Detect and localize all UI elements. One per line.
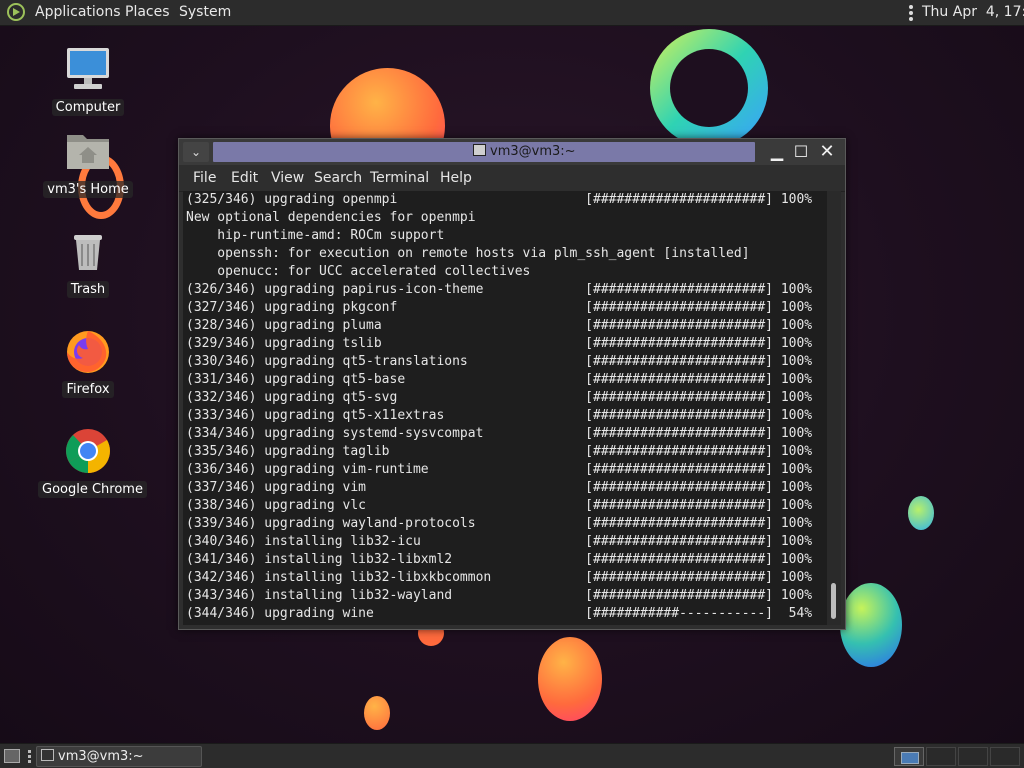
output-line: openssh: for execution on remote hosts v… xyxy=(186,246,750,261)
output-line: New optional dependencies for openmpi xyxy=(186,210,476,225)
output-line: (331/346) upgrading qt5-base [##########… xyxy=(186,372,813,387)
maximize-button[interactable]: ☐ xyxy=(791,142,811,162)
minimize-icon: ▁ xyxy=(770,142,784,161)
workspace-window-thumb xyxy=(901,752,919,764)
window-title-text: vm3@vm3:~ xyxy=(490,144,576,159)
terminal-icon xyxy=(41,749,54,761)
output-line: (330/346) upgrading qt5-translations [##… xyxy=(186,354,813,369)
taskbar-item-label: vm3@vm3:~ xyxy=(58,749,144,764)
desktop-icon-label: Firefox xyxy=(62,381,114,398)
output-line: (335/346) upgrading taglib [############… xyxy=(186,444,813,459)
firefox-icon xyxy=(64,327,112,375)
output-line: (342/346) installing lib32-libxkbcommon … xyxy=(186,570,813,585)
output-line: (339/346) upgrading wayland-protocols [#… xyxy=(186,516,813,531)
desktop-icon-label: Trash xyxy=(66,281,110,298)
menu-file[interactable]: File xyxy=(193,170,216,186)
panel-handle-icon xyxy=(909,5,913,21)
output-line: (329/346) upgrading tslib [#############… xyxy=(186,336,813,351)
bottom-panel: vm3@vm3:~ xyxy=(0,743,1024,768)
scrollbar-thumb[interactable] xyxy=(831,583,836,619)
output-line: openucc: for UCC accelerated collectives xyxy=(186,264,531,279)
title-area[interactable]: vm3@vm3:~ xyxy=(213,142,755,162)
panel-handle-icon xyxy=(28,750,31,764)
desktop-icon-chrome[interactable]: Google Chrome xyxy=(38,427,147,498)
workspace-1[interactable] xyxy=(894,747,924,766)
computer-icon xyxy=(64,45,112,93)
terminal-menubar: File Edit View Search Terminal Help xyxy=(179,165,845,192)
output-line: (338/346) upgrading vlc [###############… xyxy=(186,498,813,513)
system-menu[interactable]: System xyxy=(179,0,231,25)
desktop-icon-label: vm3's Home xyxy=(43,181,133,198)
chevron-down-icon: ⌄ xyxy=(190,145,202,159)
menu-help[interactable]: Help xyxy=(440,170,472,186)
output-line: (333/346) upgrading qt5-x11extras [#####… xyxy=(186,408,813,423)
applications-menu[interactable]: Applications xyxy=(35,0,121,25)
desktop-icon-label: Google Chrome xyxy=(38,481,147,498)
output-line: (327/346) upgrading pkgconf [###########… xyxy=(186,300,813,315)
desktop-icon-computer[interactable]: Computer xyxy=(38,45,138,116)
output-line: (336/346) upgrading vim-runtime [#######… xyxy=(186,462,813,477)
terminal-icon xyxy=(473,144,486,156)
workspace-4[interactable] xyxy=(990,747,1020,766)
workspace-3[interactable] xyxy=(958,747,988,766)
output-line: (341/346) installing lib32-libxml2 [####… xyxy=(186,552,813,567)
trash-icon xyxy=(64,227,112,275)
home-folder-icon xyxy=(64,127,112,175)
desktop-icon-trash[interactable]: Trash xyxy=(38,227,138,298)
show-desktop-icon[interactable] xyxy=(4,749,20,763)
output-line: (334/346) upgrading systemd-sysvcompat [… xyxy=(186,426,813,441)
terminal-scrollbar[interactable] xyxy=(827,191,841,625)
blob-right-small xyxy=(908,496,934,530)
close-button[interactable]: ✕ xyxy=(817,142,837,162)
blob-bottom-small xyxy=(364,696,390,730)
window-titlebar[interactable]: ⌄ vm3@vm3:~ ▁ ☐ ✕ xyxy=(179,139,845,165)
output-line: (337/346) upgrading vim [###############… xyxy=(186,480,813,495)
menu-terminal[interactable]: Terminal xyxy=(370,170,429,186)
top-panel: Applications Places System Thu Apr 4, 17… xyxy=(0,0,1024,26)
taskbar-item-terminal[interactable]: vm3@vm3:~ xyxy=(36,746,202,767)
desktop-icon-firefox[interactable]: Firefox xyxy=(38,327,138,398)
output-line: (325/346) upgrading openmpi [###########… xyxy=(186,192,813,207)
output-line: (328/346) upgrading pluma [#############… xyxy=(186,318,813,333)
places-menu[interactable]: Places xyxy=(125,0,170,25)
output-line: (332/346) upgrading qt5-svg [###########… xyxy=(186,390,813,405)
output-line: (326/346) upgrading papirus-icon-theme [… xyxy=(186,282,813,297)
window-menu-button[interactable]: ⌄ xyxy=(183,142,209,162)
window-title: vm3@vm3:~ xyxy=(473,144,576,160)
close-icon: ✕ xyxy=(819,141,835,162)
minimize-button[interactable]: ▁ xyxy=(767,142,787,162)
desktop-icon-label: Computer xyxy=(51,99,125,116)
ring-top-right xyxy=(650,29,768,147)
output-line: hip-runtime-amd: ROCm support xyxy=(186,228,445,243)
chrome-icon xyxy=(64,427,112,475)
menu-edit[interactable]: Edit xyxy=(231,170,258,186)
mate-logo-icon[interactable] xyxy=(7,3,25,21)
terminal-output[interactable]: (325/346) upgrading openmpi [###########… xyxy=(183,191,827,625)
workspace-2[interactable] xyxy=(926,747,956,766)
output-line: (343/346) installing lib32-wayland [####… xyxy=(186,588,813,603)
desktop-icon-home[interactable]: vm3's Home xyxy=(38,127,138,198)
output-line: (344/346) upgrading wine [###########---… xyxy=(186,606,813,621)
menu-view[interactable]: View xyxy=(271,170,304,186)
clock[interactable]: Thu Apr 4, 17:18 xyxy=(922,0,1024,25)
terminal-window: ⌄ vm3@vm3:~ ▁ ☐ ✕ File Edit View Search … xyxy=(178,138,846,630)
maximize-icon: ☐ xyxy=(793,142,809,161)
blob-bottom-center xyxy=(538,637,602,721)
blob-right-large xyxy=(840,583,902,667)
output-line: (340/346) installing lib32-icu [########… xyxy=(186,534,813,549)
menu-search[interactable]: Search xyxy=(314,170,362,186)
